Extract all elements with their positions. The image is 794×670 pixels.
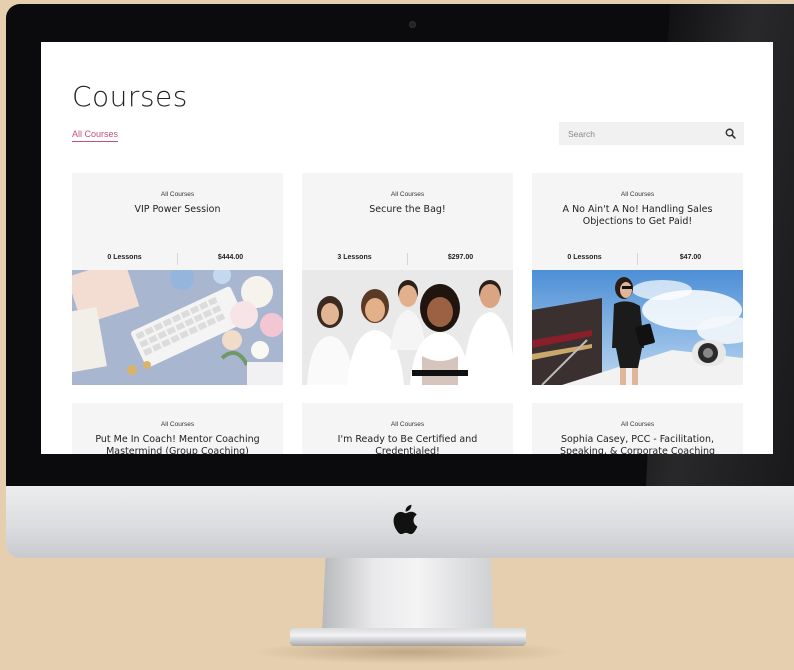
course-category: All Courses xyxy=(160,191,195,198)
course-card[interactable]: All Courses Sophia Casey, PCC - Facilita… xyxy=(532,403,743,454)
apple-logo-icon xyxy=(393,504,418,535)
course-category: All Courses xyxy=(390,191,425,198)
course-category: All Courses xyxy=(620,421,655,428)
page-title: Courses xyxy=(72,80,188,113)
course-category: All Courses xyxy=(160,421,195,428)
course-card[interactable]: All Courses VIP Power Session 0 Lessons … xyxy=(72,173,283,385)
course-price: $297.00 xyxy=(447,254,474,261)
course-title[interactable]: Sophia Casey, PCC - Facilitation, Speaki… xyxy=(542,434,733,454)
course-image-desk[interactable] xyxy=(72,270,283,385)
stand-shadow xyxy=(250,640,570,664)
course-image-jet[interactable] xyxy=(532,270,743,385)
course-image-team[interactable] xyxy=(302,270,513,385)
course-category: All Courses xyxy=(620,191,655,198)
course-card[interactable]: All Courses A No Ain't A No! Handling Sa… xyxy=(532,173,743,385)
course-title[interactable]: I'm Ready to Be Certified and Credential… xyxy=(312,434,503,454)
filter-tab-all-courses[interactable]: All Courses xyxy=(72,129,119,142)
course-card[interactable]: All Courses Secure the Bag! 3 Lessons $2… xyxy=(302,173,513,385)
search-input[interactable] xyxy=(559,122,719,145)
monitor-stand xyxy=(322,558,494,632)
search-icon[interactable] xyxy=(725,128,736,139)
course-card[interactable]: All Courses Put Me In Coach! Mentor Coac… xyxy=(72,403,283,454)
camera-dot xyxy=(410,22,415,27)
course-meta: 3 Lessons $297.00 xyxy=(302,253,513,265)
course-price: $444.00 xyxy=(217,254,244,261)
course-category: All Courses xyxy=(390,421,425,428)
course-title[interactable]: A No Ain't A No! Handling Sales Objectio… xyxy=(542,204,733,228)
lesson-count: 0 Lessons xyxy=(107,254,142,261)
lesson-count: 3 Lessons xyxy=(337,254,372,261)
search-box[interactable] xyxy=(559,122,744,145)
course-price: $47.00 xyxy=(679,254,702,261)
course-title[interactable]: Secure the Bag! xyxy=(312,204,503,216)
course-card[interactable]: All Courses I'm Ready to Be Certified an… xyxy=(302,403,513,454)
lesson-count: 0 Lessons xyxy=(567,254,602,261)
course-title[interactable]: VIP Power Session xyxy=(82,204,273,216)
course-meta: 0 Lessons $47.00 xyxy=(532,253,743,265)
screen: Courses All Courses All Courses VIP Powe… xyxy=(41,42,773,454)
course-meta: 0 Lessons $444.00 xyxy=(72,253,283,265)
course-title[interactable]: Put Me In Coach! Mentor Coaching Masterm… xyxy=(82,434,273,454)
